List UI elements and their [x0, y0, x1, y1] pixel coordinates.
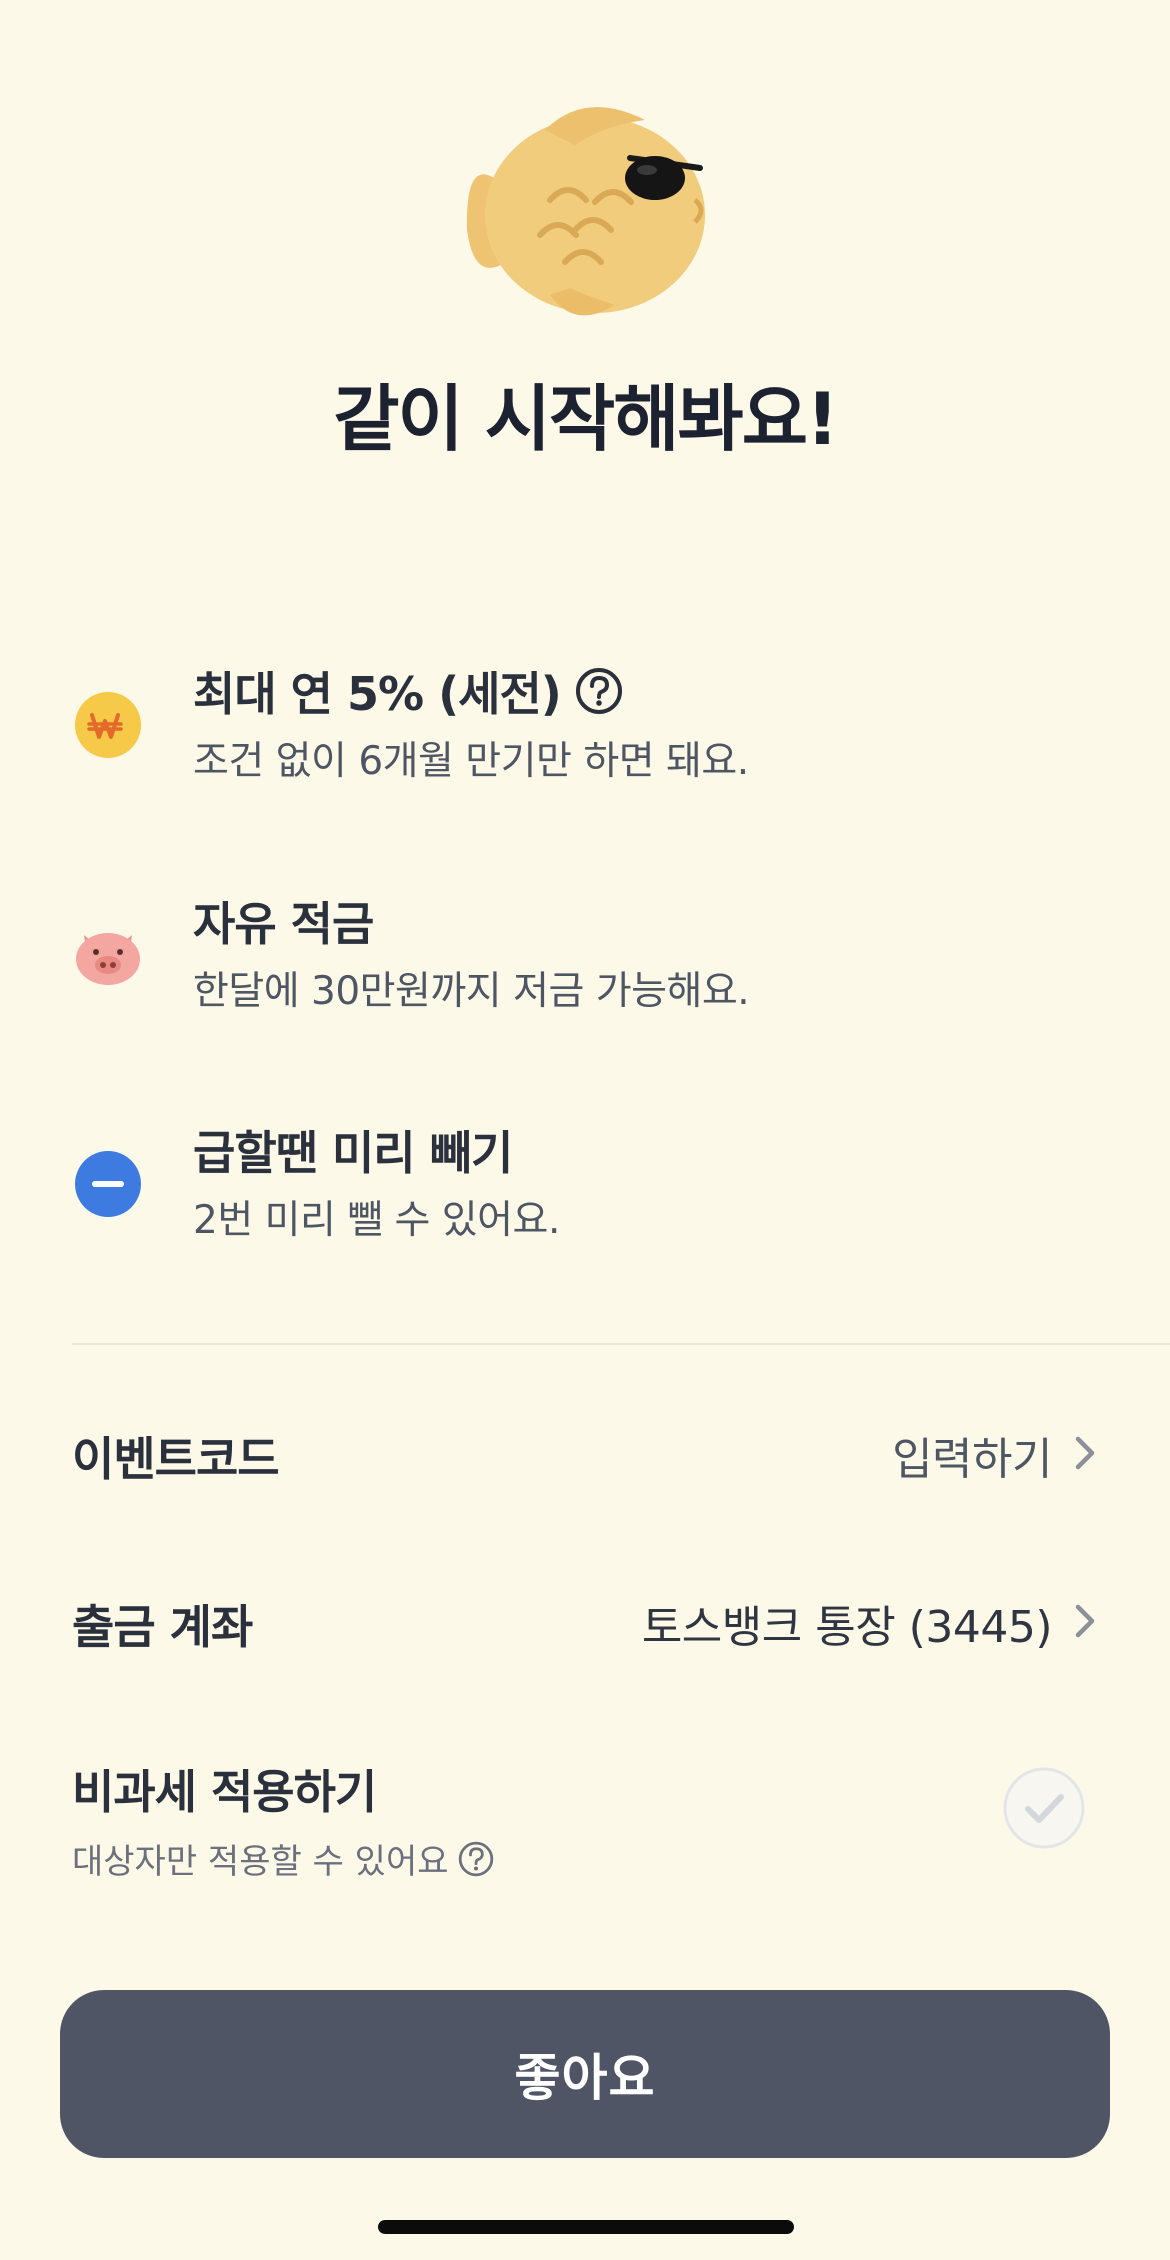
feature-title: 최대 연 5% (세전)	[193, 658, 623, 724]
chevron-right-icon[interactable]	[1068, 1431, 1102, 1475]
page-title: 같이 시작해봐요!	[333, 377, 839, 461]
question-circle-icon[interactable]	[457, 1840, 495, 1878]
feature-title-text: 급할땐 미리 빼기	[193, 1126, 513, 1180]
event-code-row[interactable]: 이벤트코드 입력하기	[72, 1423, 1102, 1489]
feature-interest-rate: 최대 연 5% (세전) 조건 없이 6개월 만기만 하면 돼요.	[74, 658, 1074, 788]
feature-early-withdraw: 급할땐 미리 빼기 2번 미리 뺄 수 있어요.	[74, 1117, 1074, 1247]
home-indicator	[378, 2220, 794, 2234]
feature-title-text: 자유 적금	[193, 897, 374, 951]
feature-description: 한달에 30만원까지 저금 가능해요.	[193, 969, 750, 1014]
feature-description: 2번 미리 뺄 수 있어요.	[193, 1198, 560, 1243]
tax-free-sublabel: 대상자만 적용할 수 있어요	[72, 1842, 449, 1882]
feature-description: 조건 없이 6개월 만기만 하면 돼요.	[193, 739, 749, 784]
tax-free-label: 비과세 적용하기	[72, 1765, 377, 1819]
feature-title: 자유 적금	[193, 888, 374, 954]
question-circle-icon[interactable]	[575, 667, 623, 715]
section-divider	[72, 1343, 1170, 1345]
piggy-icon	[76, 933, 140, 985]
won-coin-icon	[75, 692, 141, 758]
hero-mascot	[0, 90, 1170, 330]
minus-circle-icon	[75, 1151, 141, 1217]
tax-free-sublabel-wrap: 대상자만 적용할 수 있어요	[72, 1834, 1102, 1883]
taiyaki-fish-with-sunglasses-icon	[466, 107, 705, 316]
feature-title: 급할땐 미리 빼기	[193, 1117, 513, 1183]
confirm-button[interactable]: 좋아요	[60, 1990, 1110, 2158]
withdraw-account-value[interactable]: 토스뱅크 통장 (3445)	[642, 1591, 1053, 1655]
chevron-right-icon[interactable]	[1068, 1599, 1102, 1643]
withdraw-account-row[interactable]: 출금 계좌 토스뱅크 통장 (3445)	[72, 1591, 1102, 1657]
event-code-value[interactable]: 입력하기	[892, 1423, 1052, 1487]
feature-free-savings: 자유 적금 한달에 30만원까지 저금 가능해요.	[74, 888, 1074, 1018]
feature-title-text: 최대 연 5% (세전)	[193, 667, 562, 721]
checkbox-circle-icon[interactable]	[1002, 1766, 1086, 1850]
tax-free-row[interactable]: 비과세 적용하기 대상자만 적용할 수 있어요	[72, 1756, 1102, 1883]
